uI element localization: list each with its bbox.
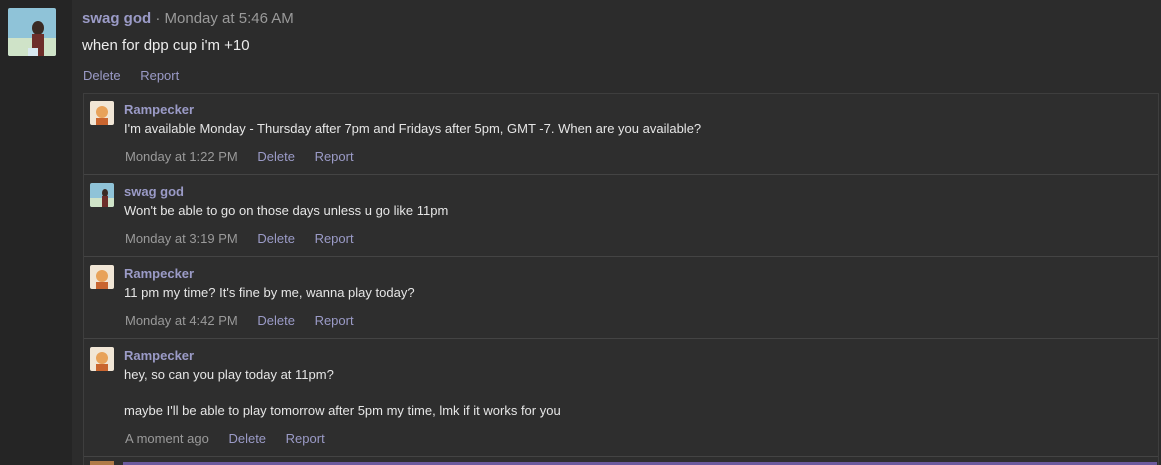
- post-body: when for dpp cup i'm +10: [82, 37, 250, 54]
- avatar-image-icon: [90, 265, 114, 289]
- reply-item: swag god Won't be able to go on those da…: [84, 176, 1158, 257]
- reply-item: Rampecker 11 pm my time? It's fine by me…: [84, 258, 1158, 339]
- reply-item: Rampecker I'm available Monday - Thursda…: [84, 94, 1158, 175]
- reply-report-button[interactable]: Report: [286, 431, 325, 446]
- avatar-image-icon: [90, 183, 114, 207]
- post-delete-button[interactable]: Delete: [83, 68, 121, 83]
- reply-delete-button[interactable]: Delete: [257, 313, 295, 328]
- left-gutter: [0, 0, 72, 465]
- avatar-image-icon: [8, 8, 56, 56]
- reply-timestamp[interactable]: Monday at 3:19 PM: [125, 231, 238, 246]
- reply-report-button[interactable]: Report: [315, 231, 354, 246]
- post-header: swag god · Monday at 5:46 AM: [82, 10, 294, 27]
- post-timestamp[interactable]: Monday at 5:46 AM: [165, 10, 294, 27]
- post-report-button[interactable]: Report: [140, 68, 179, 83]
- avatar-image-icon: [90, 101, 114, 125]
- reply-author[interactable]: Rampecker: [124, 348, 194, 363]
- reply-meta: Monday at 1:22 PM Delete Report: [125, 149, 370, 164]
- reply-timestamp[interactable]: A moment ago: [125, 431, 209, 446]
- reply-delete-button[interactable]: Delete: [257, 149, 295, 164]
- rampecker-avatar[interactable]: [90, 101, 114, 125]
- post-actions: Delete Report: [83, 68, 195, 83]
- reply-author[interactable]: swag god: [124, 184, 184, 199]
- reply-delete-button[interactable]: Delete: [257, 231, 295, 246]
- reply-text: I'm available Monday - Thursday after 7p…: [124, 121, 702, 136]
- post-author[interactable]: swag god: [82, 10, 151, 27]
- rampecker-avatar[interactable]: [90, 347, 114, 371]
- swag-god-avatar[interactable]: [8, 8, 56, 56]
- reply-delete-button[interactable]: Delete: [228, 431, 266, 446]
- rampecker-avatar[interactable]: [90, 265, 114, 289]
- reply-timestamp[interactable]: Monday at 1:22 PM: [125, 149, 238, 164]
- reply-text: Won't be able to go on those days unless…: [124, 203, 449, 218]
- reply-author[interactable]: Rampecker: [124, 102, 194, 117]
- reply-text: hey, so can you play today at 11pm?: [124, 367, 334, 382]
- reply-report-button[interactable]: Report: [315, 149, 354, 164]
- reply-text: 11 pm my time? It's fine by me, wanna pl…: [124, 285, 415, 300]
- avatar-image-icon: [90, 347, 114, 371]
- reply-item: Rampecker hey, so can you play today at …: [84, 340, 1158, 457]
- swag-god-avatar[interactable]: [90, 183, 114, 207]
- reply-meta: A moment ago Delete Report: [125, 431, 341, 446]
- replies-list: Rampecker I'm available Monday - Thursda…: [83, 93, 1159, 465]
- reply-text-second-line: maybe I'll be able to play tomorrow afte…: [124, 403, 561, 418]
- reply-meta: Monday at 4:42 PM Delete Report: [125, 313, 370, 328]
- post-separator: ·: [155, 10, 161, 27]
- next-reply-avatar: [90, 461, 114, 465]
- reply-timestamp[interactable]: Monday at 4:42 PM: [125, 313, 238, 328]
- reply-meta: Monday at 3:19 PM Delete Report: [125, 231, 370, 246]
- reply-author[interactable]: Rampecker: [124, 266, 194, 281]
- reply-report-button[interactable]: Report: [315, 313, 354, 328]
